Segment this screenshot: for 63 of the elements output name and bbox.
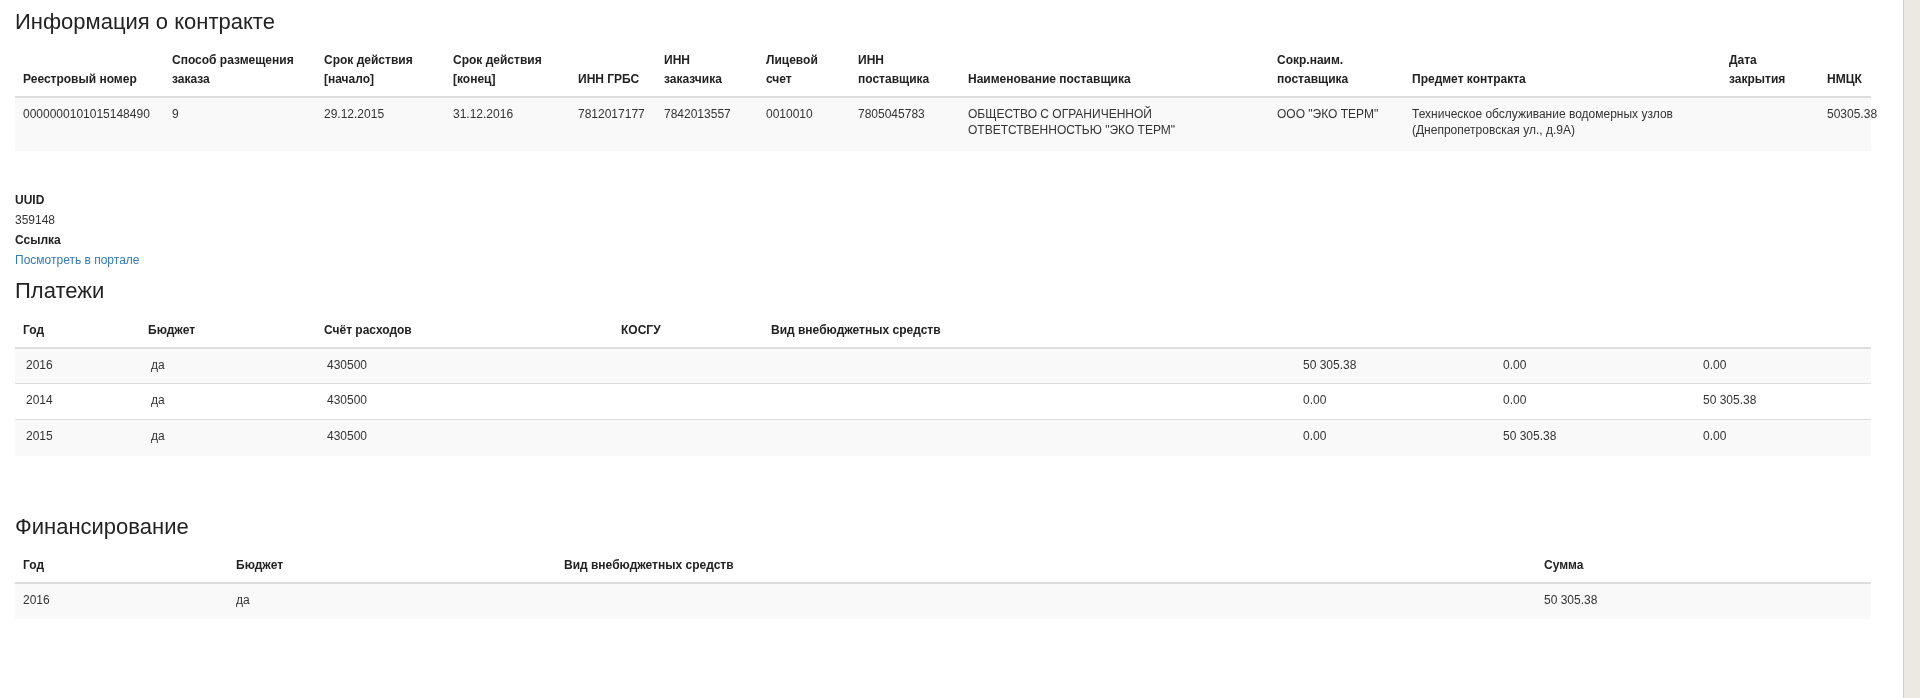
section-title: Платежи: [15, 278, 106, 305]
field-label: UUID: [15, 192, 45, 210]
table-cell: 50305.38: [1827, 106, 1878, 123]
table-cell: 0.00: [1703, 356, 1727, 373]
column-header: Реестровый номер: [23, 71, 137, 89]
section-title: Информация о контракте: [15, 9, 276, 36]
table-cell: 2015: [26, 428, 53, 445]
table-cell: да: [151, 392, 165, 409]
column-header: Дата закрытия: [1729, 52, 1787, 89]
table-cell: 7805045783: [858, 106, 925, 123]
column-header: Способ размещения заказа: [172, 52, 295, 89]
table-cell: да: [236, 592, 250, 609]
table-cell: 430500: [327, 356, 368, 373]
scrollbar[interactable]: [1903, 0, 1920, 698]
table-cell: 430500: [327, 392, 368, 409]
table-cell: 2016: [26, 356, 53, 373]
table-cell: 0.00: [1303, 392, 1327, 409]
column-header: Год: [23, 557, 44, 575]
column-header: ИНН поставщика: [858, 52, 931, 89]
table-cell: 31.12.2016: [453, 106, 514, 123]
section-title: Финансирование: [15, 513, 190, 541]
table-cell: 2014: [26, 392, 53, 409]
table-cell: 50 305.38: [1544, 592, 1598, 609]
table-cell: 7812017177: [578, 106, 645, 123]
column-header: Срок действия [начало]: [324, 52, 414, 89]
table-cell: 430500: [327, 428, 368, 445]
column-header: Сокр.наим. поставщика: [1277, 52, 1350, 89]
table-cell: 50 305.38: [1303, 356, 1357, 373]
column-header: Бюджет: [148, 321, 196, 339]
table-cell: 9: [172, 106, 179, 123]
field-value: 359148: [15, 212, 56, 230]
table-cell: 0010010: [766, 106, 813, 123]
column-header: Предмет контракта: [1412, 71, 1526, 89]
table-cell: 50 305.38: [1703, 392, 1757, 409]
column-header: Срок действия [конец]: [453, 52, 543, 89]
column-header: КОСГУ: [621, 321, 661, 339]
table-cell: 0.00: [1703, 428, 1727, 445]
table-cell: 0.00: [1303, 428, 1327, 445]
column-header: Наименование поставщика: [968, 71, 1131, 89]
column-header: Вид внебюджетных средств: [564, 557, 734, 575]
field-label: Ссылка: [15, 232, 61, 250]
table-cell: 29.12.2015: [324, 106, 385, 123]
table-cell-text: Техническое обслуживание водомерных узлов (Днепропетровская ул., д.9А): [1412, 106, 1674, 139]
table-cell: 0000000101015148490: [23, 106, 150, 123]
column-header: ИНН заказчика: [664, 52, 723, 89]
table-cell: 0.00: [1503, 392, 1527, 409]
table-cell: да: [151, 356, 165, 373]
portal-link[interactable]: Посмотреть в портале: [15, 250, 140, 271]
table-cell: 0.00: [1503, 356, 1527, 373]
table-cell: 50 305.38: [1503, 428, 1557, 445]
table-cell: 2016: [23, 592, 50, 609]
table-cell: ООО "ЭКО ТЕРМ": [1277, 106, 1379, 123]
table-cell: да: [151, 428, 165, 445]
table-cell: 7842013557: [664, 106, 731, 123]
column-header: Бюджет: [236, 557, 284, 575]
table-cell-text: ОБЩЕСТВО С ОГРАНИЧЕННОЙ ОТВЕТСТВЕННОСТЬЮ "ЭКО ТЕРМ": [968, 106, 1177, 139]
column-header: ИНН ГРБС: [578, 71, 640, 89]
column-header: НМЦК: [1827, 71, 1862, 89]
column-header: Счёт расходов: [324, 321, 412, 339]
column-header: Вид внебюджетных средств: [771, 321, 941, 339]
column-header: Лицевой счет: [766, 52, 819, 89]
column-header: Год: [23, 321, 44, 339]
column-header: Сумма: [1544, 557, 1584, 575]
